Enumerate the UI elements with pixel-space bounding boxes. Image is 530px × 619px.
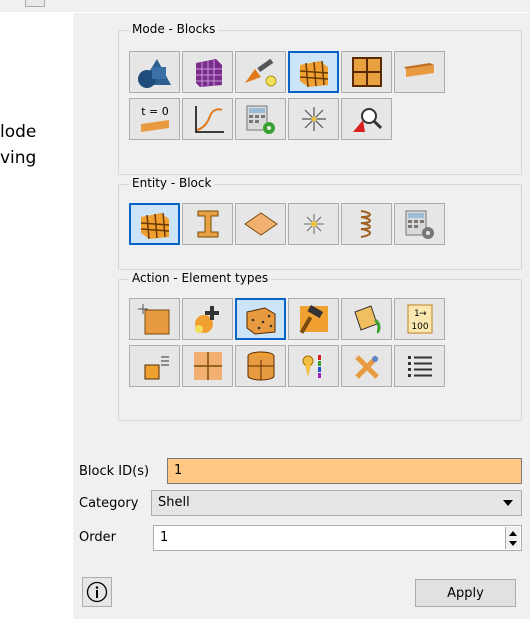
geometry-tools-icon[interactable] bbox=[235, 51, 286, 93]
mesh-icon[interactable] bbox=[182, 51, 233, 93]
svg-text:→: → bbox=[419, 309, 427, 319]
command-panel: Mode - Blocks t = 0 Entity - Block Actio… bbox=[73, 13, 530, 619]
sparkle-icon[interactable] bbox=[288, 98, 339, 140]
block-id-input[interactable]: 1 bbox=[167, 458, 522, 484]
legend-icon[interactable] bbox=[288, 345, 339, 387]
top-button[interactable] bbox=[25, 0, 45, 7]
plank-icon[interactable] bbox=[394, 51, 445, 93]
new-block-icon[interactable] bbox=[129, 298, 180, 340]
entity-group-title: Entity - Block bbox=[129, 176, 215, 190]
svg-text:100: 100 bbox=[411, 322, 428, 332]
action-group-title: Action - Element types bbox=[129, 271, 272, 285]
cylinder-mesh-icon[interactable] bbox=[235, 345, 286, 387]
mode-group-title: Mode - Blocks bbox=[129, 22, 219, 36]
chevron-down-icon bbox=[503, 500, 513, 506]
stepper-up-icon[interactable] bbox=[506, 527, 520, 538]
entity-group: Entity - Block bbox=[118, 176, 522, 270]
grid-icon[interactable] bbox=[341, 51, 392, 93]
element-type-icon[interactable] bbox=[235, 298, 286, 340]
geometry-solids-icon[interactable] bbox=[129, 51, 180, 93]
calculator-gear-icon[interactable] bbox=[235, 98, 286, 140]
hammer-icon[interactable] bbox=[288, 298, 339, 340]
i-beam-icon[interactable] bbox=[182, 203, 233, 245]
delete-icon[interactable] bbox=[341, 345, 392, 387]
info-icon bbox=[86, 581, 108, 603]
graph-icon[interactable] bbox=[182, 98, 233, 140]
category-select[interactable]: Shell bbox=[151, 490, 522, 516]
block-list-icon[interactable] bbox=[129, 345, 180, 387]
time-zero-icon[interactable]: t = 0 bbox=[129, 98, 180, 140]
block-id-label: Block ID(s) bbox=[79, 464, 150, 479]
order-value: 1 bbox=[160, 530, 169, 545]
mode-group: Mode - Blocks t = 0 bbox=[118, 22, 522, 175]
calculator-gear-icon[interactable] bbox=[394, 203, 445, 245]
background-text-line1: lode bbox=[0, 122, 37, 142]
action-group: Action - Element types 1 → 100 bbox=[118, 271, 522, 421]
order-label: Order bbox=[79, 530, 116, 545]
paint-bucket-icon[interactable] bbox=[341, 298, 392, 340]
blocks-icon[interactable] bbox=[288, 51, 339, 93]
info-button[interactable] bbox=[82, 577, 112, 607]
list-icon[interactable] bbox=[394, 345, 445, 387]
svg-text:t = 0: t = 0 bbox=[141, 105, 169, 118]
cube-icon[interactable] bbox=[129, 203, 180, 245]
spring-icon[interactable] bbox=[341, 203, 392, 245]
surface-icon[interactable] bbox=[235, 203, 286, 245]
background-text-line2: ving bbox=[0, 148, 37, 168]
category-label: Category bbox=[79, 496, 139, 511]
stepper-down-icon[interactable] bbox=[506, 538, 520, 549]
point-icon[interactable] bbox=[288, 203, 339, 245]
order-spinbox[interactable]: 1 bbox=[153, 525, 522, 551]
renumber-icon[interactable]: 1 → 100 bbox=[394, 298, 445, 340]
zoom-icon[interactable] bbox=[341, 98, 392, 140]
top-strip bbox=[0, 0, 530, 12]
order-stepper[interactable] bbox=[505, 527, 520, 549]
category-value: Shell bbox=[158, 495, 190, 510]
split-block-icon[interactable] bbox=[182, 345, 233, 387]
add-geometry-icon[interactable] bbox=[182, 298, 233, 340]
apply-button[interactable]: Apply bbox=[415, 579, 516, 607]
